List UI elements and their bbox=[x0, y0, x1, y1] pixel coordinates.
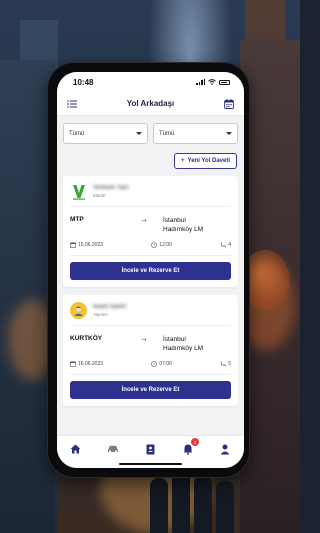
tab-home[interactable] bbox=[69, 442, 83, 456]
route-from: KURTKÖY bbox=[70, 335, 103, 342]
seat-icon bbox=[220, 242, 227, 248]
route: KURTKÖY → İstanbul Hadımköy LM bbox=[70, 326, 231, 357]
signal-icon bbox=[196, 79, 205, 85]
route-to-city: İstanbul bbox=[163, 217, 186, 224]
seat-icon bbox=[220, 361, 227, 367]
calendar-icon[interactable] bbox=[223, 98, 235, 110]
bell-icon bbox=[183, 444, 193, 455]
clock-icon bbox=[151, 242, 158, 248]
status-icons bbox=[196, 79, 230, 85]
route: MTP → İstanbul Hadımköy LM bbox=[70, 207, 231, 238]
review-reserve-button[interactable]: İncele ve Rezerve Et bbox=[70, 262, 231, 280]
arrow-right-icon: → bbox=[140, 334, 148, 343]
notification-badge: 3 bbox=[190, 438, 199, 446]
plus-icon: + bbox=[181, 158, 185, 164]
route-to: İstanbul Hadımköy LM bbox=[163, 335, 203, 353]
car-icon bbox=[108, 445, 119, 453]
filter-select-value: Tümü bbox=[69, 130, 85, 137]
person-name: Islam Sahin bbox=[93, 304, 127, 310]
ride-time-group: 12:00 bbox=[151, 242, 172, 248]
person-role: Müdür bbox=[93, 193, 106, 198]
route-from: MTP bbox=[70, 216, 84, 223]
background-building bbox=[0, 60, 55, 533]
ride-date: 15.06.2023 bbox=[78, 242, 104, 248]
person-name: Verbum Tasi bbox=[93, 185, 129, 191]
ride-time: 07:00 bbox=[159, 361, 172, 367]
app-header: Yol Arkadaşı bbox=[57, 92, 244, 116]
filter-row: Tümü Tümü bbox=[57, 116, 244, 150]
invite-list: + Yeni Yol Daveti Verbum Tasi Müdür MTP … bbox=[57, 150, 244, 406]
new-invite-row: + Yeni Yol Daveti bbox=[63, 150, 238, 176]
ride-card: Verbum Tasi Müdür MTP → İstanbul Hadımkö… bbox=[63, 176, 238, 287]
home-icon bbox=[70, 444, 81, 454]
tab-contacts[interactable] bbox=[143, 442, 157, 456]
ride-seats-group: 5 bbox=[220, 361, 231, 367]
arrow-right-icon: → bbox=[140, 215, 148, 224]
clock-icon bbox=[151, 361, 158, 367]
ride-meta: 16.06.2023 07:00 5 bbox=[70, 357, 231, 375]
ride-seats: 4 bbox=[228, 242, 231, 248]
calendar-icon bbox=[70, 242, 76, 248]
new-invite-label: Yeni Yol Daveti bbox=[187, 158, 230, 164]
ride-seats-group: 4 bbox=[220, 242, 231, 248]
ride-time-group: 07:00 bbox=[151, 361, 172, 367]
ride-meta: 15.06.2023 12:00 4 bbox=[70, 238, 231, 256]
list-menu-icon[interactable] bbox=[66, 98, 78, 110]
ride-date-group: 15.06.2023 bbox=[70, 242, 103, 248]
bottom-tab-bar: 3 bbox=[57, 435, 244, 468]
wifi-icon bbox=[208, 79, 216, 85]
filter-select-1[interactable]: Tümü bbox=[63, 123, 148, 144]
user-icon bbox=[220, 444, 230, 454]
company-logo-icon bbox=[70, 183, 87, 200]
chevron-down-icon bbox=[136, 132, 142, 135]
battery-icon bbox=[219, 79, 230, 85]
ride-time: 12:00 bbox=[159, 242, 172, 248]
card-header: Verbum Tasi Müdür bbox=[70, 183, 231, 207]
status-bar: 10:48 bbox=[57, 72, 244, 92]
calendar-icon bbox=[70, 361, 76, 367]
filter-select-value: Tümü bbox=[159, 130, 175, 137]
tab-notifications[interactable]: 3 bbox=[181, 438, 199, 456]
new-invite-button[interactable]: + Yeni Yol Daveti bbox=[174, 153, 237, 169]
card-header: Islam Sahin Yapılım bbox=[70, 302, 231, 326]
ride-date: 16.06.2023 bbox=[78, 361, 104, 367]
filter-select-2[interactable]: Tümü bbox=[153, 123, 238, 144]
person-info: Islam Sahin Yapılım bbox=[93, 304, 126, 317]
route-to-place: Hadımköy LM bbox=[163, 345, 204, 352]
chevron-down-icon bbox=[226, 132, 232, 135]
tab-profile[interactable] bbox=[218, 442, 232, 456]
page-title: Yol Arkadaşı bbox=[126, 99, 175, 108]
person-role: Yapılım bbox=[93, 312, 108, 317]
app-screen: 10:48 Yol Arkadaşı Tümü Tümü + Yeni Yol … bbox=[57, 72, 244, 468]
route-to-city: İstanbul bbox=[163, 336, 186, 343]
route-to: İstanbul Hadımköy LM bbox=[163, 216, 203, 234]
route-to-place: Hadımköy LM bbox=[163, 226, 204, 233]
ride-card: Islam Sahin Yapılım KURTKÖY → İstanbul H… bbox=[63, 295, 238, 406]
tab-car[interactable] bbox=[106, 442, 120, 456]
ride-seats: 5 bbox=[228, 361, 231, 367]
person-info: Verbum Tasi Müdür bbox=[93, 185, 128, 198]
home-indicator bbox=[119, 463, 182, 465]
ride-date-group: 16.06.2023 bbox=[70, 361, 103, 367]
contact-book-icon bbox=[146, 444, 155, 454]
review-reserve-button[interactable]: İncele ve Rezerve Et bbox=[70, 381, 231, 399]
user-avatar-icon bbox=[70, 302, 87, 319]
status-time: 10:48 bbox=[73, 77, 94, 87]
